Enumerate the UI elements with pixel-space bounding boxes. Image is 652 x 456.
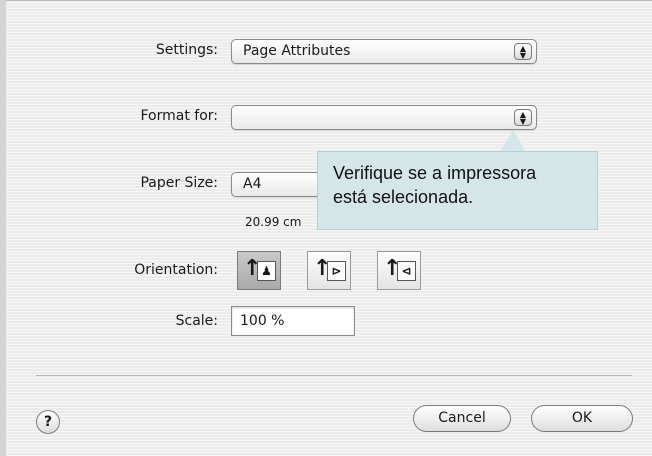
help-button[interactable]: ? [36,410,60,434]
annotation-callout: Verifique se a impressora está seleciona… [317,151,598,230]
paper-size-label: Paper Size: [140,175,218,191]
settings-popup[interactable]: Page Attributes ▲ ▼ [231,39,537,64]
orientation-portrait-button[interactable]: ↑ ♟ [237,251,281,290]
cancel-button[interactable]: Cancel [413,405,511,432]
top-border [0,0,652,1]
person-rotated-left-icon: ⊳ [327,261,346,281]
scale-input[interactable]: 100 % [231,306,355,336]
orientation-landscape-right-button[interactable]: ↑ ⊲ [377,251,421,290]
paper-dimensions: 20.99 cm [245,215,302,229]
callout-line-2: está selecionada. [333,187,474,207]
format-for-label: Format for: [140,108,218,124]
divider [36,375,632,376]
left-edge [0,0,6,456]
up-down-arrows-icon: ▲ ▼ [514,109,532,126]
paper-size-value: A4 [243,176,262,192]
callout-line-1: Verifique se a impressora [333,163,537,183]
format-for-popup[interactable]: ▲ ▼ [231,105,537,130]
person-rotated-right-icon: ⊲ [397,261,416,281]
settings-value: Page Attributes [243,43,351,59]
person-upright-icon: ♟ [257,261,276,281]
scale-label: Scale: [175,313,218,329]
orientation-landscape-left-button[interactable]: ↑ ⊳ [307,251,351,290]
callout-pointer [500,130,526,152]
ok-button[interactable]: OK [531,405,633,432]
up-down-arrows-icon: ▲ ▼ [514,43,532,60]
settings-label: Settings: [155,42,218,58]
orientation-label: Orientation: [134,262,218,278]
